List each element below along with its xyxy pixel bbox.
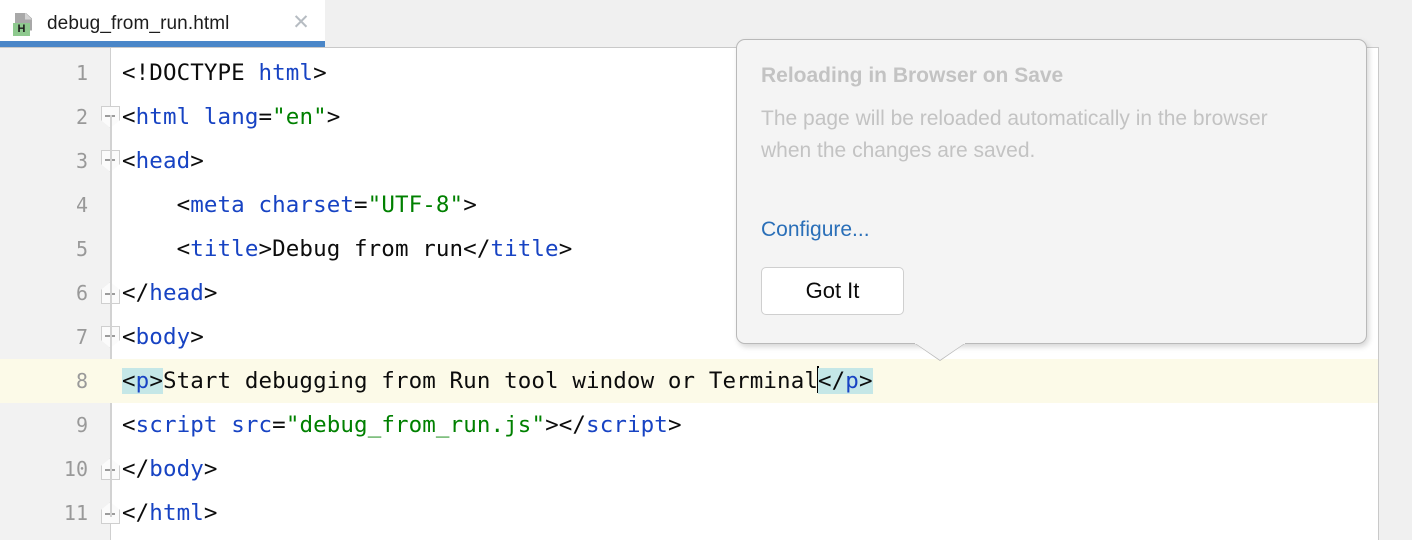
code-token: > [463,192,477,218]
code-token: body [149,456,204,482]
code-token: body [136,324,191,350]
code-token: html [149,500,204,526]
popup-title: Reloading in Browser on Save [761,64,1063,88]
code-token: meta [190,192,245,218]
code-token: > [204,500,218,526]
code-token [218,412,232,438]
line-number: 9 [0,403,88,447]
code-token: <!DOCTYPE [122,60,258,86]
line-code[interactable]: <p>Start debugging from Run tool window … [122,359,873,403]
code-token: < [122,192,190,218]
code-token: </ [818,368,845,394]
code-token: > [668,412,682,438]
line-number: 1 [0,51,88,95]
line-code[interactable]: </head> [122,271,218,315]
line-code[interactable]: <script src="debug_from_run.js"></script… [122,403,682,447]
tab-active-underline [0,41,325,47]
popup-body-text: The page will be reloaded automatically … [761,103,1281,167]
line-code[interactable]: <head> [122,139,204,183]
line-number: 10 [0,447,88,491]
code-token: p [845,368,859,394]
code-token: lang [204,104,259,130]
line-number: 6 [0,271,88,315]
line-number: 11 [0,491,88,535]
line-code[interactable]: <meta charset="UTF-8"> [122,183,477,227]
code-token: = [259,104,273,130]
code-token: </ [122,500,149,526]
popup-pointer [915,343,965,360]
code-token: = [272,412,286,438]
code-token: > [204,456,218,482]
code-token: = [354,192,368,218]
editor-line[interactable]: 8<p>Start debugging from Run tool window… [0,359,1378,403]
code-token: "debug_from_run.js" [286,412,545,438]
code-token: < [122,412,136,438]
code-token: > [559,236,573,262]
line-code[interactable]: </body> [122,447,218,491]
code-token: > [258,236,272,262]
code-token: html [258,60,313,86]
code-token: </ [122,280,149,306]
html-file-icon-badge: H [13,23,30,36]
editor-scrollbar[interactable] [1379,48,1412,540]
code-token: > [204,280,218,306]
code-token: < [122,324,136,350]
code-token: </ [463,236,490,262]
line-number: 2 [0,95,88,139]
code-token: > [313,60,327,86]
code-token: > [190,324,204,350]
code-token: > [327,104,341,130]
editor-line[interactable]: 11 </html> [0,491,1378,535]
code-token [190,104,204,130]
line-code[interactable]: <html lang="en"> [122,95,340,139]
code-token: > [190,148,204,174]
code-token: Start debugging from Run tool window or … [163,368,818,394]
code-token: script [586,412,668,438]
stripe-gutter-top [1379,0,1412,48]
code-token: "en" [272,104,327,130]
code-token: < [122,104,136,130]
code-token: head [136,148,191,174]
code-token [245,192,259,218]
code-token: > [545,412,559,438]
code-token: </ [122,456,149,482]
configure-link[interactable]: Configure... [761,218,870,242]
code-token: < [122,368,136,394]
code-token: > [149,368,163,394]
close-icon[interactable]: ✕ [290,12,312,34]
editor-line[interactable]: 10 </body> [0,447,1378,491]
code-token: head [149,280,204,306]
code-token: charset [258,192,354,218]
code-token: title [490,236,558,262]
code-token: < [122,236,190,262]
line-number: 5 [0,227,88,271]
tab-title: debug_from_run.html [47,13,230,35]
line-number: 4 [0,183,88,227]
code-token: p [136,368,150,394]
got-it-button[interactable]: Got It [761,267,904,315]
reload-on-save-popup: Reloading in Browser on Save The page wi… [736,39,1367,344]
line-number: 8 [0,359,88,403]
code-token: script [136,412,218,438]
line-code[interactable]: <body> [122,315,204,359]
code-token: > [859,368,873,394]
code-token: "UTF-8" [368,192,464,218]
line-number: 7 [0,315,88,359]
popup-pointer-mask [915,341,965,344]
code-token: title [190,236,258,262]
editor-line[interactable]: 9<script src="debug_from_run.js"></scrip… [0,403,1378,447]
code-token: src [231,412,272,438]
line-code[interactable]: <title>Debug from run</title> [122,227,572,271]
tab-debug-from-run-html[interactable]: H debug_from_run.html [0,0,325,47]
code-token: Debug from run [272,236,463,262]
code-token: < [122,148,136,174]
line-code[interactable]: <!DOCTYPE html> [122,51,327,95]
line-number: 3 [0,139,88,183]
code-token: html [136,104,191,130]
html-file-icon: H [12,11,38,37]
line-code[interactable]: </html> [122,491,218,535]
code-token: </ [559,412,586,438]
